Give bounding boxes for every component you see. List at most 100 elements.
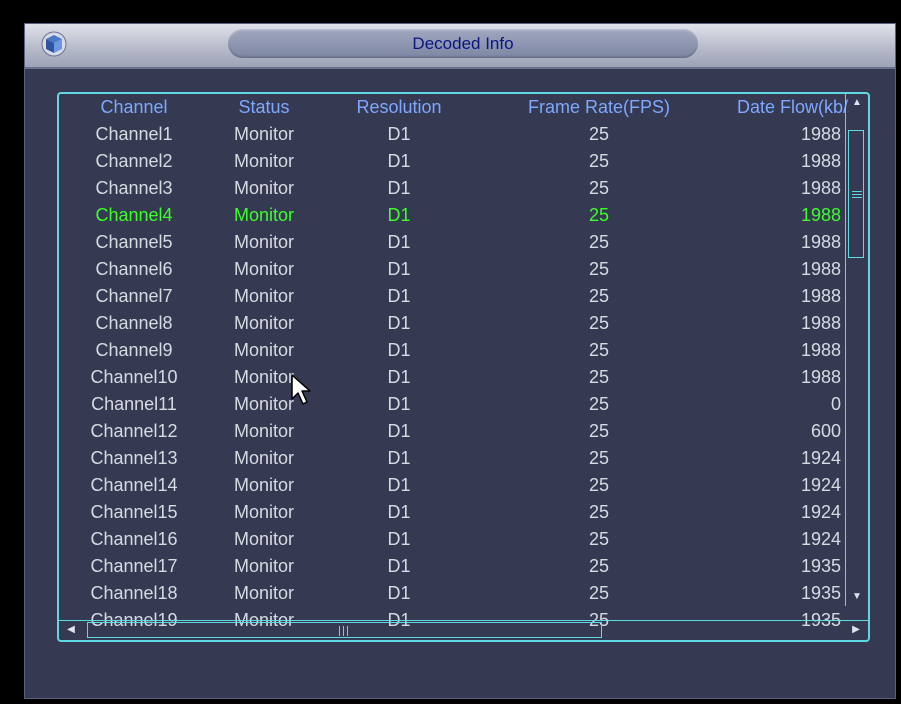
cell-frame-rate: 25 (588, 475, 610, 495)
cell-channel: Channel4 (95, 205, 173, 225)
cell-frame-rate: 25 (588, 421, 610, 441)
cell-channel: Channel14 (90, 475, 178, 495)
header-status[interactable]: Status (209, 94, 319, 121)
cell-frame-rate: 25 (588, 529, 610, 549)
cell-frame-rate: 25 (588, 124, 610, 144)
cell-status: Monitor (233, 313, 295, 333)
table-row[interactable]: Channel7 Monitor D1 25 1988 (59, 283, 849, 310)
table-row[interactable]: Channel2 Monitor D1 25 1988 (59, 148, 849, 175)
cell-status: Monitor (233, 286, 295, 306)
table-row[interactable]: Channel16 Monitor D1 25 1924 (59, 526, 849, 553)
cell-resolution: D1 (387, 313, 411, 333)
arrow-down-icon[interactable]: ▼ (846, 588, 868, 606)
cell-resolution: D1 (387, 340, 411, 360)
cell-frame-rate: 25 (588, 286, 610, 306)
cell-resolution: D1 (387, 394, 411, 414)
vertical-scrollbar[interactable]: ▲ ▼ (845, 94, 868, 606)
cell-resolution: D1 (387, 178, 411, 198)
cell-resolution: D1 (387, 232, 411, 252)
dvr-logo-icon (41, 31, 67, 57)
table-row[interactable]: Channel9 Monitor D1 25 1988 (59, 337, 849, 364)
cell-channel: Channel10 (90, 367, 178, 387)
cell-resolution: D1 (387, 421, 411, 441)
cell-frame-rate: 25 (588, 178, 610, 198)
cell-status: Monitor (233, 178, 295, 198)
cell-channel: Channel9 (95, 340, 173, 360)
cell-channel: Channel17 (90, 556, 178, 576)
cell-resolution: D1 (387, 448, 411, 468)
cell-frame-rate: 25 (588, 313, 610, 333)
table-row[interactable]: Channel14 Monitor D1 25 1924 (59, 472, 849, 499)
header-frame-rate[interactable]: Frame Rate(FPS) (479, 94, 719, 121)
cell-channel: Channel8 (95, 313, 173, 333)
table-row[interactable]: Channel18 Monitor D1 25 1935 (59, 580, 849, 607)
table-row[interactable]: Channel6 Monitor D1 25 1988 (59, 256, 849, 283)
cell-status: Monitor (233, 232, 295, 252)
header-data-flow[interactable]: Date Flow(kb/s) (719, 94, 849, 121)
scroll-grip (852, 191, 862, 192)
cell-frame-rate: 25 (588, 232, 610, 252)
cell-resolution: D1 (387, 286, 411, 306)
table-row[interactable]: Channel11 Monitor D1 25 0 (59, 391, 849, 418)
cell-status: Monitor (233, 502, 295, 522)
table-row[interactable]: Channel5 Monitor D1 25 1988 (59, 229, 849, 256)
table-row[interactable]: Channel13 Monitor D1 25 1924 (59, 445, 849, 472)
title-bar: Decoded Info (25, 24, 895, 67)
cell-frame-rate: 25 (588, 367, 610, 387)
cell-channel: Channel15 (90, 502, 178, 522)
cell-status: Monitor (233, 556, 295, 576)
cell-status: Monitor (233, 340, 295, 360)
table-row[interactable]: Channel1 Monitor D1 25 1988 (59, 121, 849, 148)
cell-status: Monitor (233, 583, 295, 603)
cell-status: Monitor (233, 259, 295, 279)
decoded-info-table: Channel Status Resolution Frame Rate(FPS… (57, 92, 870, 642)
cell-resolution: D1 (387, 529, 411, 549)
window-title: Decoded Info (412, 34, 514, 53)
horizontal-scrollbar[interactable]: ◀ ▶ (59, 620, 868, 640)
cell-channel: Channel12 (90, 421, 178, 441)
cell-channel: Channel2 (95, 151, 173, 171)
cell-status: Monitor (233, 205, 295, 225)
cell-frame-rate: 25 (588, 259, 610, 279)
title-divider (25, 67, 895, 69)
table-row[interactable]: Channel12 Monitor D1 25 600 (59, 418, 849, 445)
cell-frame-rate: 25 (588, 583, 610, 603)
cell-frame-rate: 25 (588, 448, 610, 468)
cell-status: Monitor (233, 151, 295, 171)
header-channel[interactable]: Channel (59, 94, 209, 121)
cell-channel: Channel16 (90, 529, 178, 549)
cell-resolution: D1 (387, 151, 411, 171)
cell-frame-rate: 25 (588, 502, 610, 522)
arrow-up-icon[interactable]: ▲ (846, 94, 868, 112)
cell-status: Monitor (233, 529, 295, 549)
mouse-cursor-icon (291, 374, 311, 405)
arrow-right-icon[interactable]: ▶ (844, 621, 868, 639)
vertical-scroll-thumb[interactable] (848, 130, 864, 258)
cell-channel: Channel3 (95, 178, 173, 198)
table-row[interactable]: Channel10 Monitor D1 25 1988 (59, 364, 849, 391)
title-pill: Decoded Info (228, 29, 698, 58)
arrow-left-icon[interactable]: ◀ (59, 621, 83, 639)
scroll-grip (339, 626, 340, 636)
cell-resolution: D1 (387, 259, 411, 279)
cell-resolution: D1 (387, 583, 411, 603)
table-row[interactable]: Channel17 Monitor D1 25 1935 (59, 553, 849, 580)
cell-channel: Channel1 (95, 124, 173, 144)
cell-frame-rate: 25 (588, 340, 610, 360)
cell-resolution: D1 (387, 205, 411, 225)
cell-status: Monitor (233, 448, 295, 468)
horizontal-scroll-thumb[interactable] (87, 622, 602, 638)
cell-channel: Channel13 (90, 448, 178, 468)
cell-frame-rate: 25 (588, 151, 610, 171)
cell-frame-rate: 25 (588, 205, 610, 225)
table-row[interactable]: Channel4 Monitor D1 25 1988 (59, 202, 849, 229)
decoded-info-window: Decoded Info Channel Status Resolution F… (24, 23, 896, 699)
table-row[interactable]: Channel8 Monitor D1 25 1988 (59, 310, 849, 337)
header-resolution[interactable]: Resolution (319, 94, 479, 121)
cell-channel: Channel6 (95, 259, 173, 279)
cell-channel: Channel11 (91, 394, 177, 414)
table-row[interactable]: Channel15 Monitor D1 25 1924 (59, 499, 849, 526)
table-row[interactable]: Channel3 Monitor D1 25 1988 (59, 175, 849, 202)
cell-channel: Channel18 (90, 583, 178, 603)
cell-status: Monitor (233, 421, 295, 441)
